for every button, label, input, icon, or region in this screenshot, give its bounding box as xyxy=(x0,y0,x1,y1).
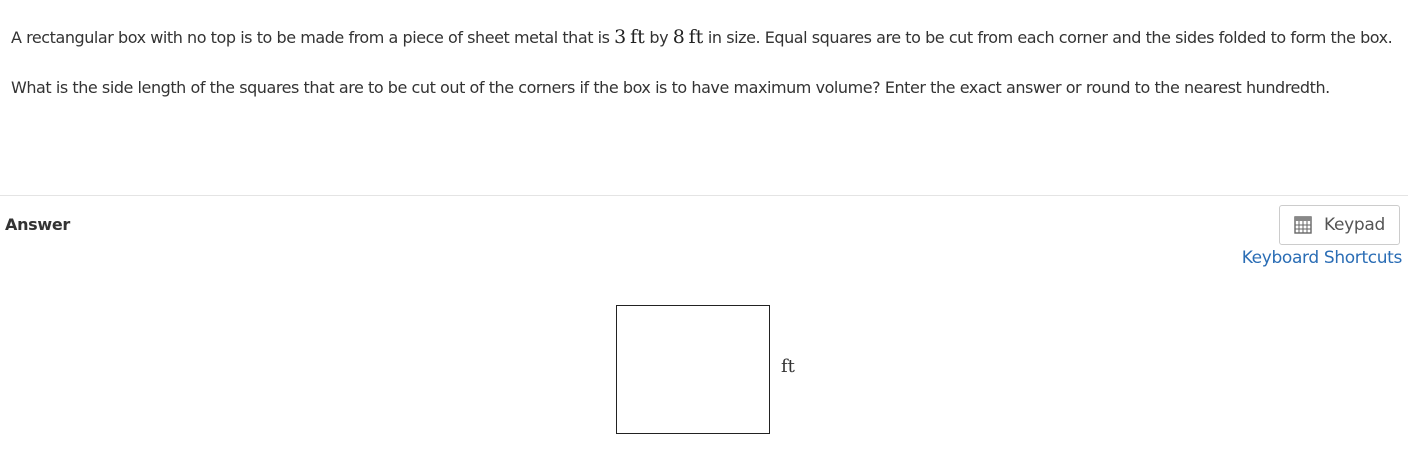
answer-input[interactable] xyxy=(616,305,770,434)
calculator-icon xyxy=(1294,216,1312,234)
sheet-width-value: 3 ft xyxy=(614,26,645,48)
answer-unit-label: ft xyxy=(781,356,795,377)
question-text-segment: A rectangular box with no top is to be m… xyxy=(11,28,615,47)
question-text-segment: in size. Equal squares are to be cut fro… xyxy=(703,28,1393,47)
keypad-label: Keypad xyxy=(1324,215,1386,235)
answer-label: Answer xyxy=(5,215,71,234)
question-paragraph-2: What is the side length of the squares t… xyxy=(11,78,1330,97)
sheet-length-value: 8 ft xyxy=(672,26,704,48)
question-text-segment: by xyxy=(644,28,673,47)
question-text: A rectangular box with no top is to be m… xyxy=(11,25,1396,125)
keyboard-shortcuts-link[interactable]: Keyboard Shortcuts xyxy=(1242,248,1403,268)
section-divider xyxy=(0,195,1408,196)
question-paragraph-1: A rectangular box with no top is to be m… xyxy=(11,25,1396,50)
keypad-button[interactable]: Keypad xyxy=(1279,205,1400,245)
